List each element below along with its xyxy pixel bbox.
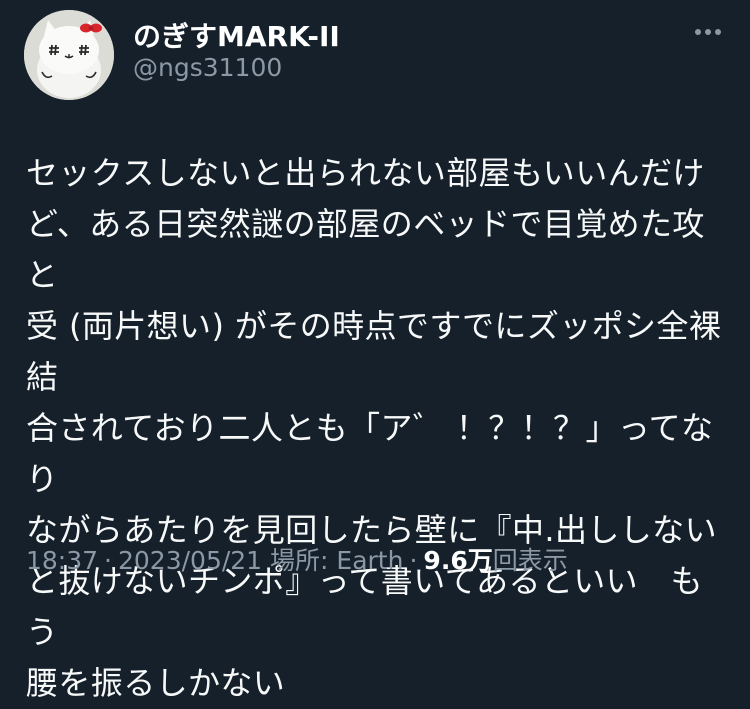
more-dot bbox=[715, 29, 721, 35]
tweet-line: 受 (両片想い) がその時点ですでにズッポシ全裸結 bbox=[26, 307, 722, 396]
tweet-line: 合されており二人とも「ア゛ ！？！？」ってなり bbox=[26, 409, 714, 498]
tweet-line: セックスしないと出られない部屋もいいんだけ bbox=[26, 154, 705, 192]
tweet-time[interactable]: 18:37 bbox=[26, 546, 98, 575]
tweet-body: セックスしないと出られない部屋もいいんだけ ど、ある日突然謎の部屋のベッドで目覚… bbox=[26, 148, 731, 709]
tweet-meta: 18:37 · 2023/05/21 場所: Earth · 9.6万回表示 bbox=[26, 541, 568, 577]
display-name[interactable]: のぎすMARK-II bbox=[133, 15, 340, 55]
tweet-card: のぎすMARK-II @ngs31100 セックスしないと出られない部屋もいいん… bbox=[0, 0, 750, 702]
views-label: 回表示 bbox=[492, 546, 568, 575]
tweet-location[interactable]: 場所: Earth bbox=[270, 546, 403, 575]
meta-separator: · bbox=[409, 546, 418, 575]
tweet-date[interactable]: 2023/05/21 bbox=[118, 546, 262, 575]
more-dot bbox=[705, 29, 711, 35]
user-handle[interactable]: @ngs31100 bbox=[133, 53, 282, 82]
tweet-line: ど、ある日突然謎の部屋のベッドで目覚めた攻と bbox=[26, 205, 705, 294]
cat-plush-avatar-image bbox=[24, 10, 114, 100]
avatar[interactable] bbox=[24, 10, 114, 100]
more-options-icon[interactable] bbox=[688, 18, 728, 46]
more-dot bbox=[695, 29, 701, 35]
meta-separator: · bbox=[104, 546, 112, 575]
tweet-line: 腰を振るしかない bbox=[26, 664, 286, 702]
views-count[interactable]: 9.6万 bbox=[423, 546, 492, 575]
